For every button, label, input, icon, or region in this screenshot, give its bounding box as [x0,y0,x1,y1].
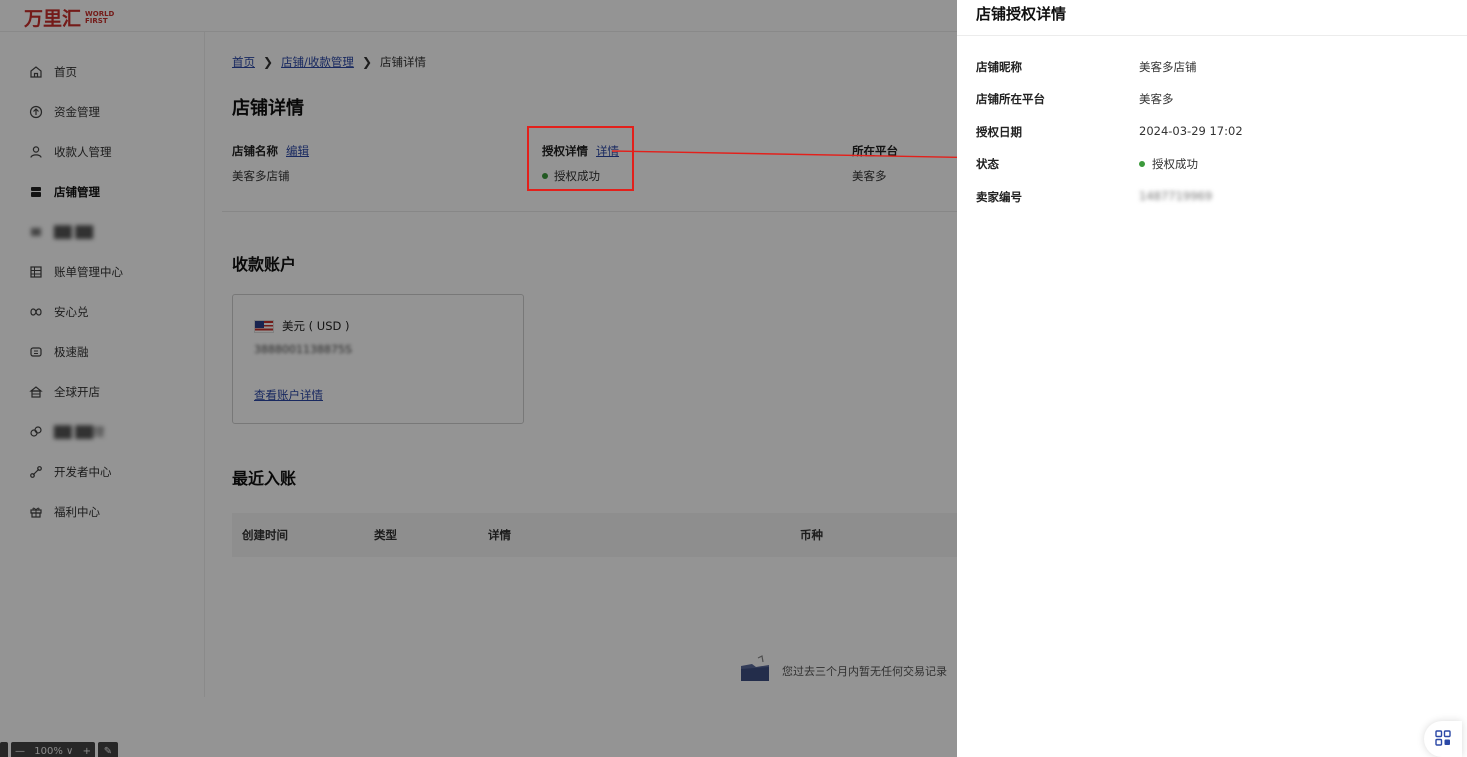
status-value: 授权成功 [1139,156,1198,172]
auth-date-value: 2024-03-29 17:02 [1139,124,1243,138]
floating-widget-button[interactable] [1424,721,1462,757]
store-platform-value: 美客多 [1139,92,1174,106]
store-nickname-label: 店铺昵称 [976,60,1022,74]
seller-id-label: 卖家编号 [976,190,1022,204]
grid-icon [1435,729,1451,749]
store-auth-drawer: 店铺授权详情 店铺昵称 美客多店铺 店铺所在平台 美客多 授权日期 2024-0… [957,0,1467,757]
drawer-title: 店铺授权详情 [976,5,1067,23]
success-dot-icon [1139,161,1145,167]
status-label: 状态 [976,157,999,171]
auth-date-label: 授权日期 [976,125,1022,139]
drawer-header: 店铺授权详情 [957,0,1467,36]
seller-id-value: 1487719969 [1139,189,1213,203]
modal-backdrop[interactable] [0,0,957,757]
store-platform-label: 店铺所在平台 [976,92,1045,106]
annotation-highlight-box [527,126,634,191]
status-value-text: 授权成功 [1152,157,1198,171]
store-nickname-value: 美客多店铺 [1139,60,1197,74]
